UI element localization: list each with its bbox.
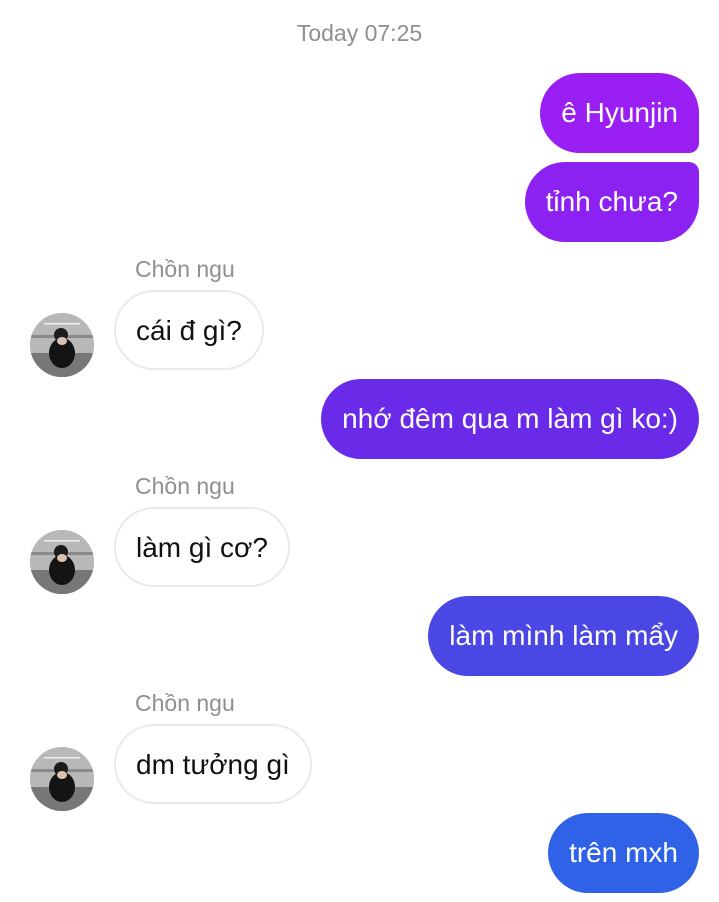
outgoing-message[interactable]: trên mxh — [548, 813, 699, 893]
outgoing-message[interactable]: ê Hyunjin — [540, 73, 699, 153]
sender-name: Chồn ngu — [135, 256, 235, 282]
incoming-message[interactable]: cái đ gì? — [114, 290, 264, 370]
contact-avatar[interactable] — [30, 747, 94, 811]
avatar-photo-icon — [30, 313, 94, 377]
outgoing-message[interactable]: tỉnh chưa? — [524, 162, 699, 242]
sender-name: Chồn ngu — [135, 473, 235, 499]
incoming-message[interactable]: dm tưởng gì — [114, 724, 312, 804]
outgoing-message[interactable]: làm mình làm mẩy — [428, 596, 699, 676]
contact-avatar[interactable] — [30, 313, 94, 377]
avatar-photo-icon — [30, 530, 94, 594]
incoming-message[interactable]: làm gì cơ? — [114, 507, 290, 587]
sender-name: Chồn ngu — [135, 690, 235, 716]
outgoing-message[interactable]: nhớ đêm qua m làm gì ko:) — [321, 379, 699, 459]
contact-avatar[interactable] — [30, 530, 94, 594]
chat-thread: Today 07:25 ê Hyunjin tỉnh chưa? Chồn ng… — [0, 0, 719, 902]
chat-timestamp: Today 07:25 — [296, 20, 423, 46]
avatar-photo-icon — [30, 747, 94, 811]
